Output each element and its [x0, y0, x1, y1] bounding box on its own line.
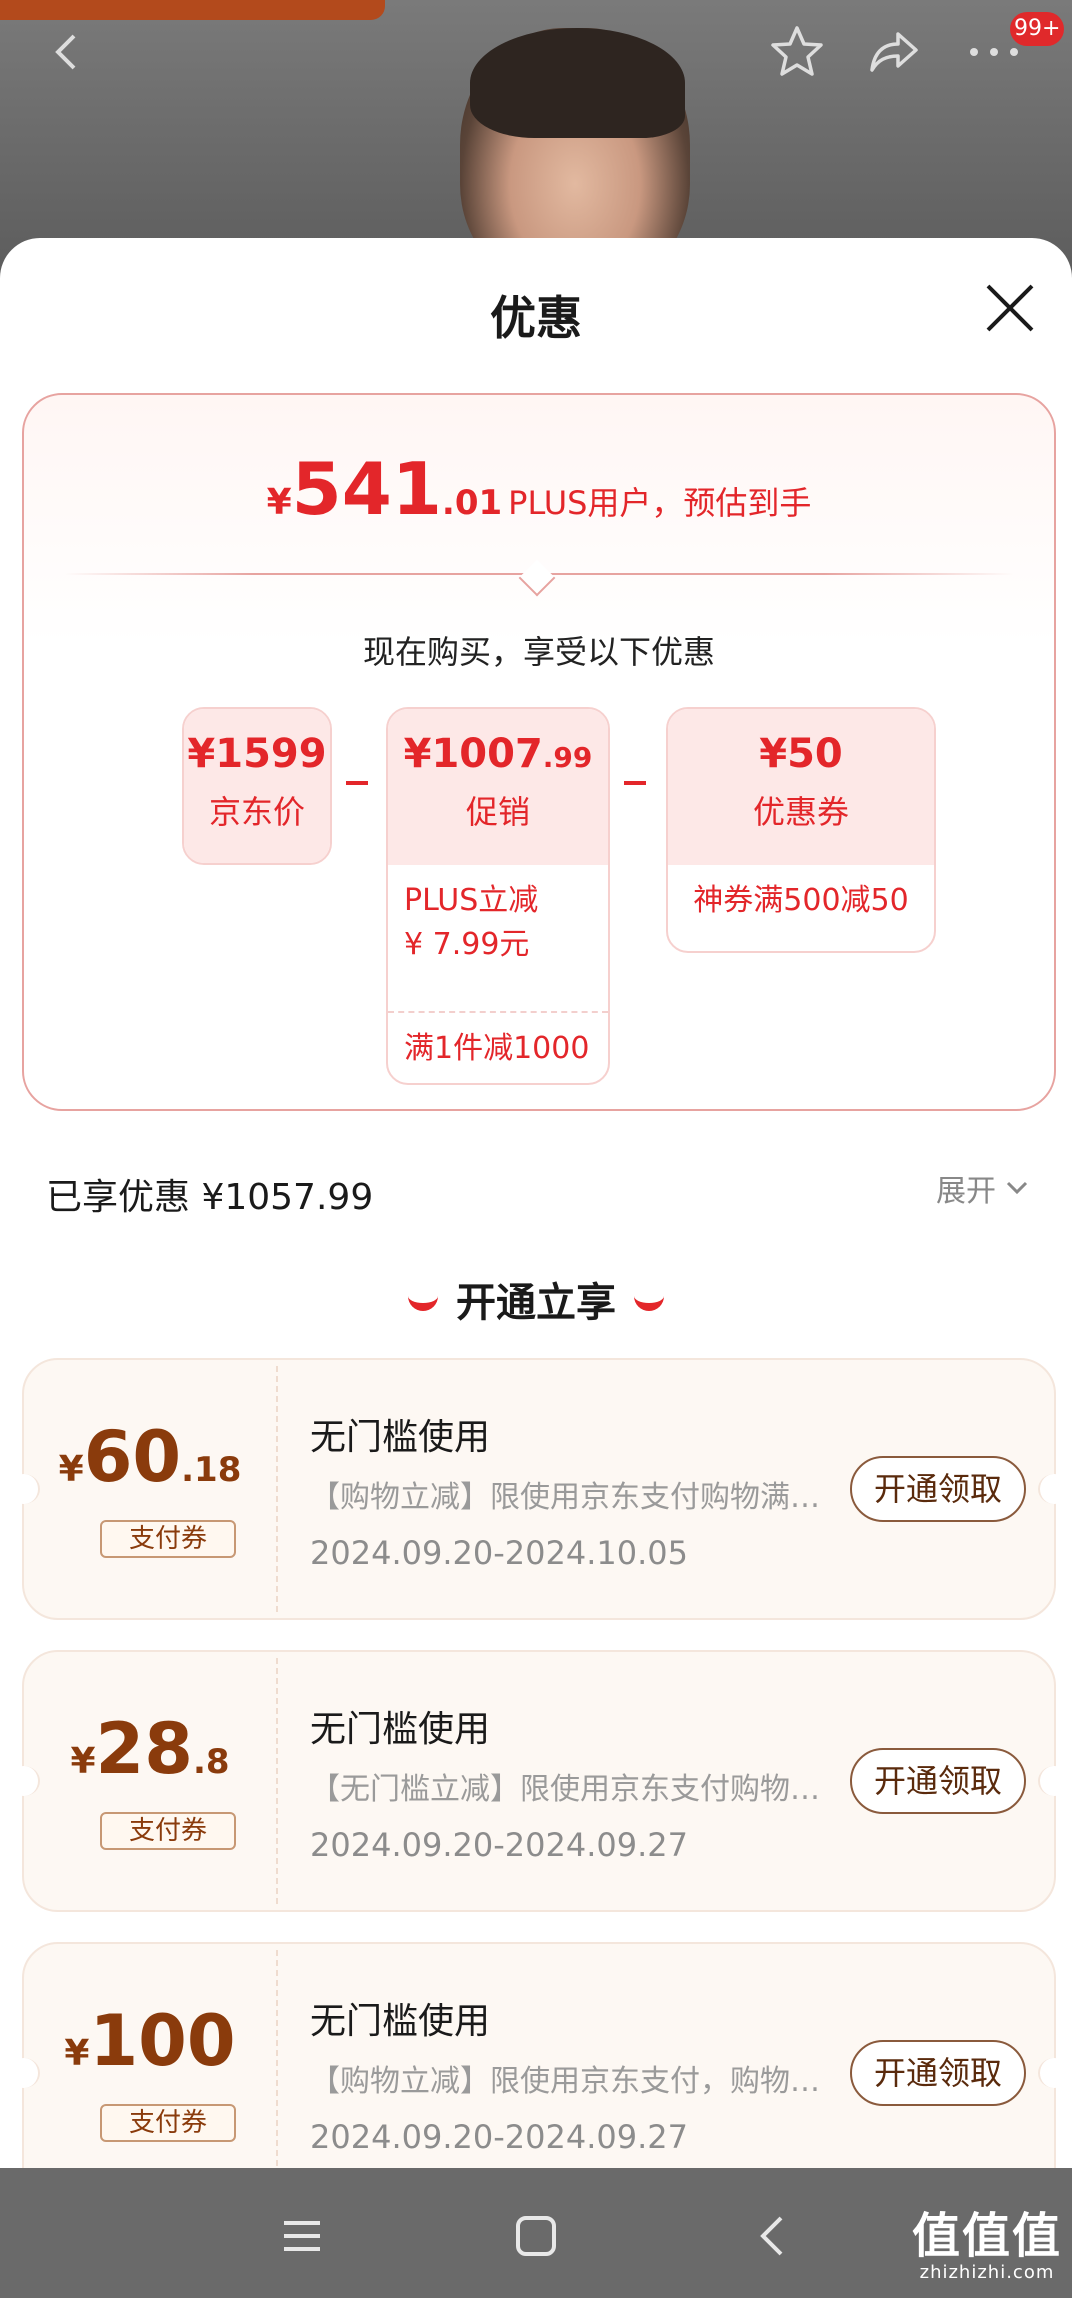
full-reduction-detail: 满1件减1000: [388, 1011, 608, 1083]
promo-amount: ¥1007.99: [388, 709, 608, 777]
coupon-yen: ¥: [64, 2033, 90, 2074]
menu-icon[interactable]: [272, 2206, 332, 2266]
price-yen: ¥: [266, 482, 292, 523]
coupon-value: ¥28.8: [24, 1708, 276, 1790]
coupon-tag: 支付券: [100, 2104, 236, 2142]
coupon-separator: [276, 1366, 278, 1612]
coupon-notch: [1038, 1474, 1070, 1504]
product-model-hair: [470, 28, 685, 138]
plus-discount-detail: PLUS立减 ¥ 7.99元: [404, 883, 539, 962]
coupon-description: 【无门槛立减】限使用京东支付购物可用: [310, 1772, 830, 1807]
price-integer: 541: [291, 447, 442, 531]
enjoyed-discount-total: 已享优惠 ¥1057.99: [46, 1177, 374, 1218]
coupon-description: 【购物立减】限使用京东支付购物满0.01元可用: [310, 1480, 830, 1515]
chevron-down-icon: [1006, 1181, 1028, 1195]
jd-price-box: ¥1599 京东价: [182, 707, 332, 865]
section-title: 开通立享: [0, 1270, 1072, 1328]
coupon-value: ¥60.18: [24, 1416, 276, 1498]
promo-amount-decimal: .99: [542, 741, 593, 774]
coupon-date-range: 2024.09.20-2024.10.05: [310, 1534, 688, 1572]
coupon-tag: 支付券: [100, 1520, 236, 1558]
jd-price-amount: ¥1599: [187, 731, 327, 777]
decor-smile-left: [408, 1287, 438, 1311]
star-icon[interactable]: [765, 20, 829, 84]
decor-smile-right: [634, 1287, 664, 1311]
breakdown-caption: 现在购买，享受以下优惠: [362, 633, 715, 671]
notification-badge: 99+: [1010, 12, 1065, 46]
estimated-price: ¥541.01 PLUS用户，预估到手: [24, 447, 1054, 531]
coupon-notch: [1038, 1766, 1070, 1796]
price-label: PLUS用户，预估到手: [508, 484, 812, 522]
coupon-decimal: .18: [181, 1450, 242, 1490]
top-banner-strip: [0, 0, 385, 20]
jd-price-label: 京东价: [208, 793, 305, 831]
estimated-price-card: ¥541.01 PLUS用户，预估到手 现在购买，享受以下优惠 ¥1599 京东价…: [22, 393, 1056, 1111]
divider-caret: [518, 559, 556, 597]
coupon-amount: ¥50: [759, 731, 843, 777]
watermark-logo: 值值值: [912, 2208, 1063, 2264]
coupon-box: ¥50 优惠券 神券满500减50: [666, 707, 936, 953]
coupon-value: ¥100: [24, 2000, 276, 2082]
promo-amount-int: ¥1007: [403, 731, 543, 777]
site-watermark: 值值值 zhizhizhi.com: [912, 2210, 1062, 2283]
coupon-yen: ¥: [58, 1449, 84, 1490]
home-icon[interactable]: [506, 2206, 566, 2266]
coupon-detail: 神券满500减50: [693, 883, 909, 918]
expand-button[interactable]: 展开: [936, 1166, 1028, 1210]
coupon-integer: 60: [83, 1416, 182, 1498]
coupon-date-range: 2024.09.20-2024.09.27: [310, 1826, 688, 1864]
coupon-tag: 支付券: [100, 1812, 236, 1850]
coupon-title: 无门槛使用: [310, 1709, 491, 1750]
coupon-integer: 100: [89, 2000, 236, 2082]
coupon-card: ¥28.8 支付券 无门槛使用 【无门槛立减】限使用京东支付购物可用 2024.…: [8, 1650, 1070, 1912]
coupon-card: ¥60.18 支付券 无门槛使用 【购物立减】限使用京东支付购物满0.01元可用…: [8, 1358, 1070, 1620]
share-icon[interactable]: [862, 20, 926, 84]
coupon-title: 无门槛使用: [310, 1417, 491, 1458]
coupon-notch: [1038, 2058, 1070, 2088]
minus-sign: [346, 781, 368, 785]
activate-claim-button[interactable]: 开通领取: [850, 1748, 1026, 1814]
promo-label: 促销: [465, 793, 530, 831]
discount-sheet: 优惠 ¥541.01 PLUS用户，预估到手 现在购买，享受以下优惠 ¥1599 …: [0, 238, 1072, 2204]
watermark-url: zhizhizhi.com: [919, 2262, 1055, 2283]
promo-box: ¥1007.99 促销 PLUS立减 ¥ 7.99元 满1件减1000: [386, 707, 610, 1085]
price-decimal: .01: [441, 483, 503, 523]
section-title-text: 开通立享: [456, 1280, 616, 1326]
coupon-integer: 28: [95, 1708, 193, 1790]
coupon-separator: [276, 1950, 278, 2196]
coupon-label: 优惠券: [752, 793, 849, 831]
expand-label: 展开: [936, 1174, 996, 1209]
sheet-title: 优惠: [490, 291, 582, 345]
coupon-decimal: .8: [192, 1742, 230, 1782]
coupon-description: 【购物立减】限使用京东支付，购物可用: [310, 2064, 830, 2099]
close-icon[interactable]: [982, 280, 1038, 336]
activate-claim-button[interactable]: 开通领取: [850, 1456, 1026, 1522]
coupon-separator: [276, 1658, 278, 1904]
activate-claim-button[interactable]: 开通领取: [850, 2040, 1026, 2106]
coupon-date-range: 2024.09.20-2024.09.27: [310, 2118, 688, 2156]
minus-sign: [624, 781, 646, 785]
back-icon[interactable]: [742, 2206, 802, 2266]
back-arrow-icon[interactable]: [36, 20, 100, 84]
coupon-card: ¥100 支付券 无门槛使用 【购物立减】限使用京东支付，购物可用 2024.0…: [8, 1942, 1070, 2204]
coupon-title: 无门槛使用: [310, 2001, 491, 2042]
coupon-yen: ¥: [70, 1741, 96, 1782]
